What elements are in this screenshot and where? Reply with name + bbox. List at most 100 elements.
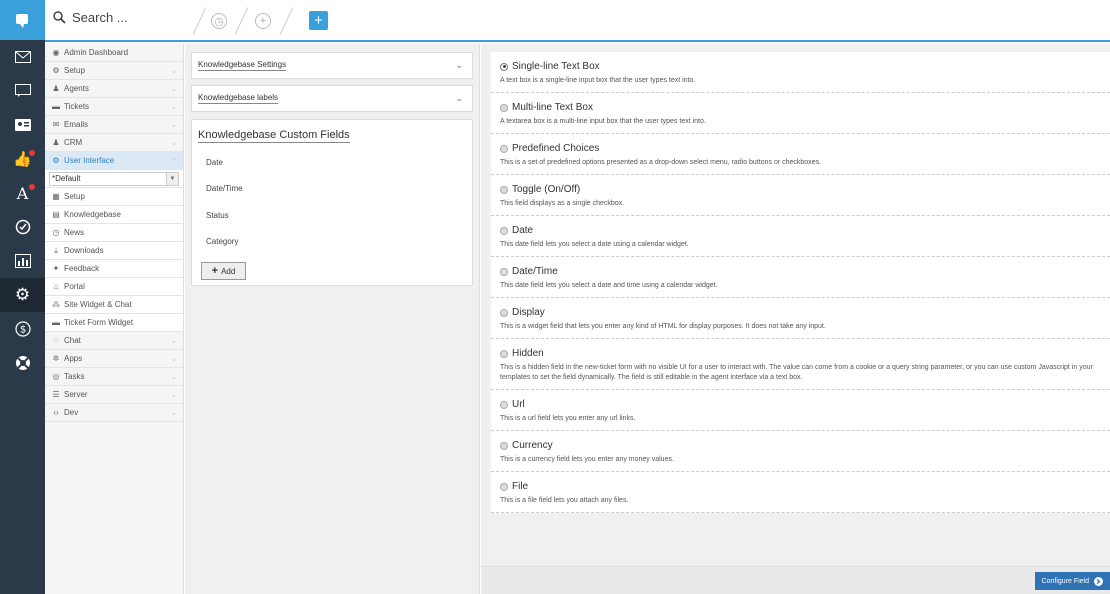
sidebar-item-setup[interactable]: ⚙ Setup ⌄ [45, 62, 183, 80]
thumbs-up-icon[interactable]: 👍 [0, 142, 45, 176]
thumbs-up-icon: ✦ [52, 264, 60, 273]
history-icon[interactable]: ◷ [211, 13, 227, 29]
field-type-option[interactable]: Single-line Text Box A text box is a sin… [491, 52, 1110, 93]
chevron-down-icon: ⌄ [455, 93, 463, 103]
add-field-button[interactable]: + Add [201, 262, 246, 280]
add-circle-icon[interactable]: + [255, 13, 271, 29]
apps-icon: ✲ [52, 354, 60, 363]
home-icon: ⌂ [53, 282, 59, 291]
plus-icon: + [211, 265, 219, 277]
sidebar-item-news[interactable]: ◷ News [45, 224, 183, 242]
sidebar-item-tickets[interactable]: ▬ Tickets ⌄ [45, 98, 183, 116]
radio-button[interactable] [500, 103, 508, 112]
search-input[interactable]: Search ... [72, 10, 128, 25]
interface-select-value: *Default [52, 174, 81, 183]
field-type-panel: Single-line Text Box A text box is a sin… [481, 44, 1110, 594]
search-icon [53, 11, 66, 24]
sidebar-item-downloads[interactable]: ⤓ Downloads [45, 242, 183, 260]
gear-icon[interactable]: ⚙ [0, 278, 50, 312]
gear-icon: ⚙ [52, 66, 60, 75]
add-new-button[interactable]: + [309, 11, 328, 30]
bar-chart-icon[interactable] [0, 244, 45, 278]
radio-button[interactable] [500, 308, 508, 317]
contact-card-icon[interactable] [0, 108, 45, 142]
check-circle-icon: ◎ [52, 372, 60, 381]
chevron-down-icon: ⌄ [455, 60, 463, 70]
configure-field-button[interactable]: Configure Field [1034, 572, 1110, 590]
font-icon[interactable]: A [0, 176, 45, 210]
lifebuoy-icon[interactable] [0, 346, 45, 380]
sidebar-item-tasks[interactable]: ◎ Tasks ⌄ [45, 368, 183, 386]
sidebar-item-feedback[interactable]: ✦ Feedback [45, 260, 183, 278]
sidebar-item-portal[interactable]: ⌂ Portal [45, 278, 183, 296]
sidebar-item-ticket-form-widget[interactable]: ▬ Ticket Form Widget [45, 314, 183, 332]
server-icon: ☰ [52, 390, 60, 399]
field-type-option[interactable]: Currency This is a currency field lets y… [491, 431, 1110, 472]
top-bar: Search ... ◷ + + [45, 0, 1110, 42]
radio-button[interactable] [500, 185, 508, 194]
custom-fields-title: Knowledgebase Custom Fields [198, 129, 350, 143]
sidebar-item-chat[interactable]: ◌ Chat ⌄ [45, 332, 183, 350]
interface-select[interactable]: *Default ▼ [45, 170, 183, 188]
sidebar-item-crm[interactable]: ♟ CRM ⌄ [45, 134, 183, 152]
radio-button[interactable] [500, 267, 508, 276]
sidebar-item-user-interface[interactable]: ⚙ User Interface ⌃ [45, 152, 183, 170]
field-type-option[interactable]: Date/Time This date field lets you selec… [491, 257, 1110, 298]
sidebar-item-ui-setup[interactable]: ▦ Setup [45, 188, 183, 206]
field-type-option[interactable]: Predefined Choices This is a set of pred… [491, 134, 1110, 175]
check-circle-icon[interactable] [0, 210, 45, 244]
logo[interactable] [0, 0, 45, 40]
sidebar-item-agents[interactable]: ♟ Agents ⌄ [45, 80, 183, 98]
chevron-up-icon: ⌃ [171, 157, 177, 165]
sidebar-item-server[interactable]: ☰ Server ⌄ [45, 386, 183, 404]
radio-button[interactable] [500, 144, 508, 153]
field-type-option[interactable]: Display This is a widget field that lets… [491, 298, 1110, 339]
radio-button[interactable] [500, 441, 508, 450]
chevron-down-icon: ⌄ [171, 373, 177, 381]
field-type-option[interactable]: Url This is a url field lets you enter a… [491, 390, 1110, 431]
grid-icon: ▦ [52, 192, 60, 201]
dollar-icon[interactable]: $ [0, 312, 45, 346]
field-type-option[interactable]: Toggle (On/Off) This field displays as a… [491, 175, 1110, 216]
chat-icon[interactable] [0, 74, 45, 108]
sidebar-item-dev[interactable]: ‹› Dev ⌄ [45, 404, 183, 422]
search-box[interactable]: Search ... [53, 10, 128, 25]
sidebar-item-site-widget[interactable]: ⁂ Site Widget & Chat [45, 296, 183, 314]
radio-button[interactable] [500, 482, 508, 491]
knowledgebase-labels-accordion[interactable]: Knowledgebase labels ⌄ [191, 85, 473, 112]
sidebar-item-apps[interactable]: ✲ Apps ⌄ [45, 350, 183, 368]
radio-button[interactable] [500, 349, 508, 358]
users-icon: ♟ [52, 138, 60, 147]
mail-icon[interactable] [0, 40, 45, 74]
radio-button[interactable] [500, 400, 508, 409]
arrow-right-circle-icon [1094, 576, 1103, 586]
clock-icon: ◷ [52, 228, 60, 237]
field-type-option[interactable]: Multi-line Text Box A textarea box is a … [491, 93, 1110, 134]
chevron-down-icon: ⌄ [171, 139, 177, 147]
chat-icon: ◌ [53, 336, 59, 345]
field-type-option[interactable]: File This is a file field lets you attac… [491, 472, 1110, 513]
chevron-down-icon: ⌄ [171, 391, 177, 399]
sidebar-item-admin-dashboard[interactable]: ◉ Admin Dashboard [45, 44, 183, 62]
divider [192, 7, 207, 35]
custom-field-item[interactable]: Date [206, 158, 223, 167]
knowledgebase-settings-accordion[interactable]: Knowledgebase Settings ⌄ [191, 52, 473, 79]
chevron-down-icon: ⌄ [171, 337, 177, 345]
custom-field-item[interactable]: Status [206, 211, 229, 220]
radio-selected[interactable] [500, 62, 508, 71]
custom-fields-card: Knowledgebase Custom Fields Date Date/Ti… [191, 119, 473, 286]
field-type-option[interactable]: Date This date field lets you select a d… [491, 216, 1110, 257]
chevron-down-icon: ⌄ [171, 85, 177, 93]
custom-field-item[interactable]: Category [206, 237, 238, 246]
divider [234, 7, 249, 35]
book-icon: ▤ [52, 210, 60, 219]
sidebar-item-emails[interactable]: ✉ Emails ⌄ [45, 116, 183, 134]
logo-icon [15, 14, 28, 28]
ticket-icon: ▬ [52, 102, 60, 111]
chevron-down-icon: ⌄ [171, 409, 177, 417]
field-type-option[interactable]: Hidden This is a hidden field in the new… [491, 339, 1110, 390]
ticket-icon: ▬ [52, 318, 60, 327]
custom-field-item[interactable]: Date/Time [206, 184, 243, 193]
sidebar-item-knowledgebase[interactable]: ▤ Knowledgebase [45, 206, 183, 224]
radio-button[interactable] [500, 226, 508, 235]
